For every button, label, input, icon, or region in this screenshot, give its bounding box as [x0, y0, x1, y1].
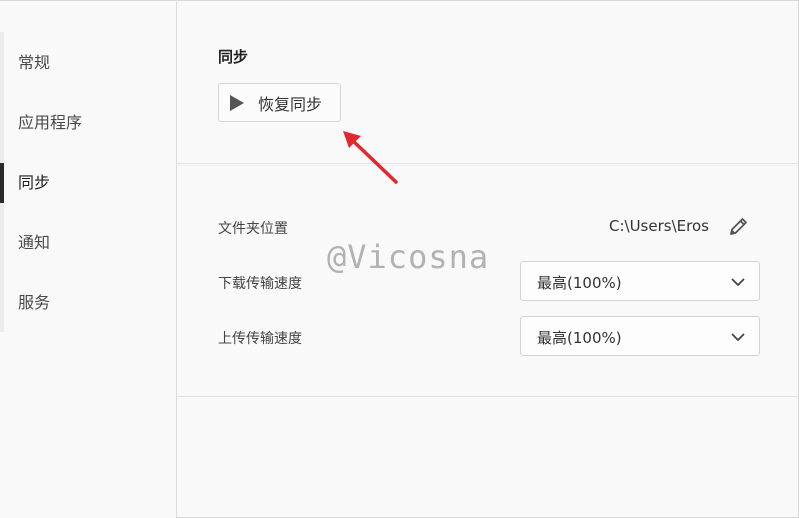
chevron-down-icon — [731, 278, 745, 286]
sidebar-item-applications[interactable]: 应用程序 — [0, 101, 176, 145]
upload-speed-label: 上传传输速度 — [218, 331, 302, 347]
divider — [177, 165, 798, 166]
download-speed-value: 最高(100%) — [537, 274, 622, 292]
divider — [177, 163, 798, 164]
play-icon — [230, 94, 244, 111]
page-title: 同步 — [218, 48, 249, 66]
download-speed-label: 下载传输速度 — [218, 276, 302, 292]
sidebar-item-notifications[interactable]: 通知 — [0, 221, 176, 265]
sidebar-item-services[interactable]: 服务 — [0, 281, 176, 325]
upload-speed-value: 最高(100%) — [537, 329, 622, 347]
folder-location-value: C:\Users\Eros — [609, 217, 709, 235]
pencil-icon[interactable] — [727, 214, 751, 238]
settings-window: 常规 应用程序 同步 通知 服务 同步 恢复同步 文件夹位置 C:\Users\… — [0, 0, 799, 518]
divider — [177, 396, 798, 397]
chevron-down-icon — [731, 333, 745, 341]
annotation-arrow — [343, 131, 398, 184]
sidebar-item-sync[interactable]: 同步 — [0, 161, 176, 205]
watermark-text: @Vicosna — [327, 238, 490, 276]
resume-sync-button[interactable]: 恢复同步 — [218, 83, 341, 122]
resume-sync-label: 恢复同步 — [258, 94, 323, 114]
sidebar: 常规 应用程序 同步 通知 服务 — [0, 2, 177, 518]
folder-location-label: 文件夹位置 — [218, 221, 288, 237]
upload-speed-select[interactable]: 最高(100%) — [520, 316, 760, 356]
sidebar-item-general[interactable]: 常规 — [0, 41, 176, 85]
download-speed-select[interactable]: 最高(100%) — [520, 261, 760, 301]
